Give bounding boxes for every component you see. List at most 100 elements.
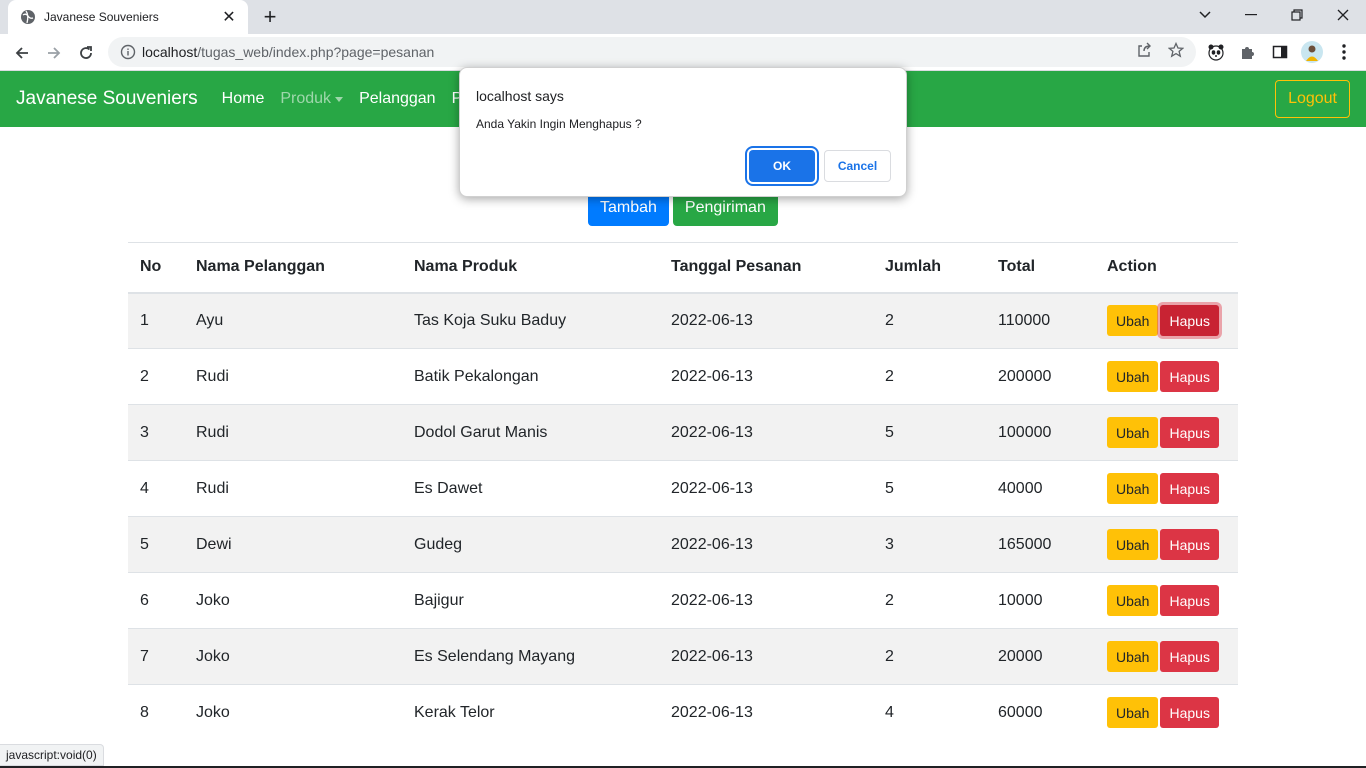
profile-avatar[interactable] <box>1300 40 1324 64</box>
tab-title: Javanese Souveniers <box>44 10 159 24</box>
row-actions: Ubah Hapus <box>1095 572 1238 629</box>
dialog-message: Anda Yakin Ingin Menghapus ? <box>476 117 642 131</box>
reload-icon[interactable] <box>72 39 100 67</box>
row-qty: 4 <box>873 684 986 741</box>
url-path: /tugas_web/index.php?page=pesanan <box>197 44 435 60</box>
panda-extension-icon[interactable] <box>1204 40 1228 64</box>
delete-button[interactable]: Hapus <box>1160 641 1219 672</box>
extensions-puzzle-icon[interactable] <box>1236 40 1260 64</box>
row-customer: Joko <box>184 572 402 629</box>
row-actions: Ubah Hapus <box>1095 684 1238 741</box>
row-customer: Rudi <box>184 460 402 517</box>
row-product: Gudeg <box>402 516 659 573</box>
close-tab-icon[interactable]: ✕ <box>220 8 238 26</box>
side-panel-icon[interactable] <box>1268 40 1292 64</box>
column-header-no: No <box>128 242 184 294</box>
row-total: 40000 <box>986 460 1095 517</box>
table-row: 6 Joko Bajigur 2022-06-13 2 10000 Ubah Hapus <box>128 572 1238 629</box>
row-customer: Rudi <box>184 348 402 405</box>
row-actions: Ubah Hapus <box>1095 348 1238 405</box>
close-window-icon[interactable] <box>1320 0 1366 30</box>
table-body: 1 Ayu Tas Koja Suku Baduy 2022-06-13 2 110000… <box>128 292 1238 741</box>
row-actions: Ubah Hapus <box>1095 292 1238 349</box>
column-header-product: Nama Produk <box>402 242 659 294</box>
minimize-icon[interactable] <box>1228 0 1274 30</box>
table-row: 5 Dewi Gudeg 2022-06-13 3 165000 Ubah Hapus <box>128 516 1238 573</box>
row-date: 2022-06-13 <box>659 572 873 629</box>
edit-button[interactable]: Ubah <box>1107 529 1159 560</box>
nav-home[interactable]: Home <box>222 90 265 108</box>
row-actions: Ubah Hapus <box>1095 460 1238 517</box>
row-product: Es Selendang Mayang <box>402 628 659 685</box>
address-bar[interactable]: localhost/tugas_web/index.php?page=pesan… <box>108 37 1196 67</box>
row-no: 4 <box>128 460 184 517</box>
status-bar: javascript:void(0) <box>0 744 104 766</box>
row-total: 20000 <box>986 628 1095 685</box>
tab-search-icon[interactable] <box>1182 0 1228 30</box>
row-qty: 2 <box>873 348 986 405</box>
delete-button[interactable]: Hapus <box>1160 585 1219 616</box>
table-row: 1 Ayu Tas Koja Suku Baduy 2022-06-13 2 110000… <box>128 292 1238 349</box>
table-header: No Nama Pelanggan Nama Produk Tanggal Pe… <box>128 242 1238 294</box>
row-total: 60000 <box>986 684 1095 741</box>
bookmark-star-icon[interactable] <box>1166 40 1186 60</box>
edit-button[interactable]: Ubah <box>1107 641 1159 672</box>
orders-table: No Nama Pelanggan Nama Produk Tanggal Pe… <box>128 242 1238 741</box>
row-customer: Rudi <box>184 404 402 461</box>
edit-button[interactable]: Ubah <box>1107 305 1159 337</box>
dialog-cancel-button[interactable]: Cancel <box>824 150 891 182</box>
row-product: Bajigur <box>402 572 659 629</box>
row-no: 6 <box>128 572 184 629</box>
delete-button[interactable]: Hapus <box>1160 417 1219 448</box>
row-no: 3 <box>128 404 184 461</box>
row-total: 10000 <box>986 572 1095 629</box>
delete-button[interactable]: Hapus <box>1160 697 1219 729</box>
new-tab-icon[interactable]: + <box>258 4 282 29</box>
row-total: 200000 <box>986 348 1095 405</box>
column-header-date: Tanggal Pesanan <box>659 242 873 294</box>
browser-tab[interactable]: Javanese Souveniers ✕ <box>8 0 248 34</box>
nav-produk-dropdown[interactable]: Produk <box>280 90 344 108</box>
column-header-qty: Jumlah <box>873 242 986 294</box>
row-actions: Ubah Hapus <box>1095 516 1238 573</box>
delete-button[interactable]: Hapus <box>1160 473 1219 504</box>
browser-menu-icon[interactable] <box>1332 40 1356 64</box>
info-icon[interactable] <box>120 44 136 60</box>
back-icon[interactable] <box>8 39 36 67</box>
row-no: 1 <box>128 292 184 349</box>
restore-icon[interactable] <box>1274 0 1320 30</box>
nav-pelanggan[interactable]: Pelanggan <box>359 90 436 108</box>
row-qty: 5 <box>873 460 986 517</box>
forward-icon[interactable] <box>40 39 68 67</box>
delete-button[interactable]: Hapus <box>1160 305 1219 337</box>
logout-button[interactable]: Logout <box>1275 80 1350 118</box>
row-qty: 5 <box>873 404 986 461</box>
column-header-customer: Nama Pelanggan <box>184 242 402 294</box>
row-date: 2022-06-13 <box>659 460 873 517</box>
table-row: 8 Joko Kerak Telor 2022-06-13 4 60000 Ubah Hapu… <box>128 684 1238 741</box>
row-actions: Ubah Hapus <box>1095 628 1238 685</box>
row-qty: 3 <box>873 516 986 573</box>
edit-button[interactable]: Ubah <box>1107 361 1159 392</box>
row-customer: Ayu <box>184 292 402 349</box>
caret-down-icon <box>335 96 344 102</box>
edit-button[interactable]: Ubah <box>1107 417 1159 448</box>
navbar-brand[interactable]: Javanese Souveniers <box>16 88 198 110</box>
row-date: 2022-06-13 <box>659 348 873 405</box>
delete-button[interactable]: Hapus <box>1160 529 1219 560</box>
row-no: 2 <box>128 348 184 405</box>
row-product: Dodol Garut Manis <box>402 404 659 461</box>
table-row: 7 Joko Es Selendang Mayang 2022-06-13 2 20000… <box>128 628 1238 685</box>
dialog-ok-button[interactable]: OK <box>749 150 815 182</box>
delete-button[interactable]: Hapus <box>1160 361 1219 392</box>
globe-icon <box>20 9 36 25</box>
edit-button[interactable]: Ubah <box>1107 697 1159 729</box>
row-product: Es Dawet <box>402 460 659 517</box>
row-date: 2022-06-13 <box>659 628 873 685</box>
edit-button[interactable]: Ubah <box>1107 473 1159 504</box>
table-row: 3 Rudi Dodol Garut Manis 2022-06-13 5 100000 U… <box>128 404 1238 461</box>
edit-button[interactable]: Ubah <box>1107 585 1159 616</box>
row-date: 2022-06-13 <box>659 292 873 349</box>
browser-tab-strip: Javanese Souveniers ✕ + <box>0 0 1366 34</box>
share-icon[interactable] <box>1134 40 1154 60</box>
